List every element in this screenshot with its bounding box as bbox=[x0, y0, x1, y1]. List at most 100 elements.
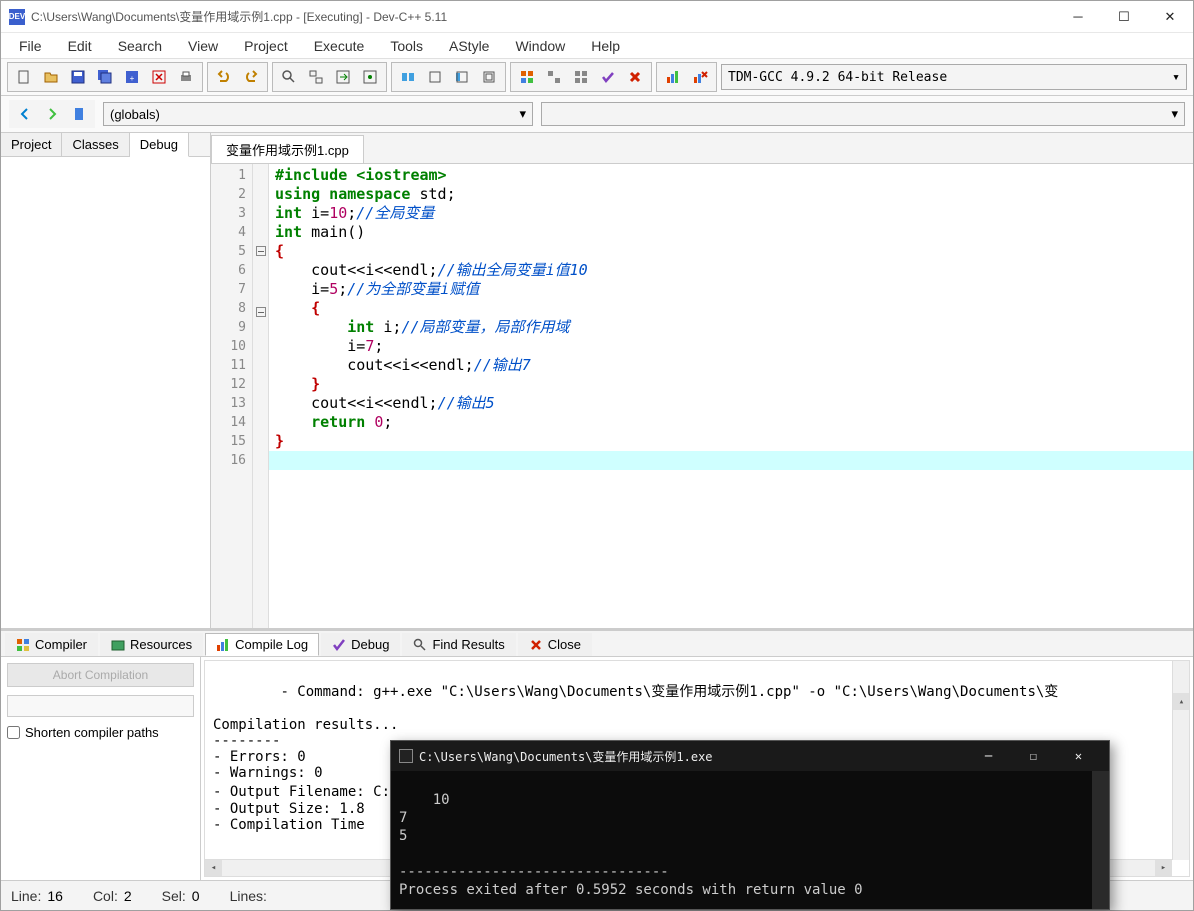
status-line: 16 bbox=[47, 888, 63, 904]
compiler-select[interactable]: TDM-GCC 4.9.2 64-bit Release ▾ bbox=[721, 64, 1187, 90]
menu-edit[interactable]: Edit bbox=[56, 35, 104, 57]
left-panel-body bbox=[1, 157, 210, 628]
minimize-button[interactable]: ─ bbox=[1055, 1, 1101, 32]
status-lines-label: Lines: bbox=[230, 888, 267, 904]
status-sel: 0 bbox=[192, 888, 200, 904]
menu-tools[interactable]: Tools bbox=[378, 35, 435, 57]
chevron-down-icon: ▾ bbox=[1172, 70, 1180, 85]
console-icon bbox=[399, 749, 413, 763]
status-col: 2 bbox=[124, 888, 132, 904]
code-editor[interactable]: 12345678910111213141516 #include <iostre… bbox=[211, 164, 1193, 628]
scroll-up-icon[interactable]: ▴ bbox=[1173, 693, 1190, 710]
replace-icon[interactable] bbox=[304, 65, 328, 89]
menu-file[interactable]: File bbox=[7, 35, 54, 57]
left-tab-classes[interactable]: Classes bbox=[62, 133, 129, 156]
res-icon bbox=[111, 638, 125, 652]
menu-execute[interactable]: Execute bbox=[302, 35, 377, 57]
debug-check-icon[interactable] bbox=[596, 65, 620, 89]
toolbar-secondary: (globals)▾ ▾ bbox=[1, 96, 1193, 133]
save-as-icon[interactable]: + bbox=[120, 65, 144, 89]
debug-stop-icon[interactable] bbox=[623, 65, 647, 89]
menu-view[interactable]: View bbox=[176, 35, 230, 57]
editor-tabs: 变量作用域示例1.cpp bbox=[211, 133, 1193, 164]
close-file-icon[interactable] bbox=[147, 65, 171, 89]
bottom-tab-compile-log[interactable]: Compile Log bbox=[205, 633, 319, 656]
console-minimize-button[interactable]: ─ bbox=[966, 742, 1011, 770]
find-icon[interactable] bbox=[277, 65, 301, 89]
toolbar: + bbox=[1, 59, 1193, 96]
save-icon[interactable] bbox=[66, 65, 90, 89]
console-output[interactable]: 10 7 5 -------------------------------- … bbox=[391, 771, 1109, 909]
menu-astyle[interactable]: AStyle bbox=[437, 35, 501, 57]
menu-search[interactable]: Search bbox=[106, 35, 174, 57]
maximize-button[interactable]: ☐ bbox=[1101, 1, 1147, 32]
bottom-tab-find-results[interactable]: Find Results bbox=[402, 633, 515, 656]
bottom-tabs: CompilerResourcesCompile LogDebugFind Re… bbox=[1, 631, 1193, 657]
scroll-left-icon[interactable]: ◂ bbox=[205, 860, 222, 877]
svg-text:+: + bbox=[130, 74, 135, 83]
shorten-paths-input[interactable] bbox=[7, 726, 20, 739]
scope-select[interactable]: (globals)▾ bbox=[103, 102, 533, 126]
menu-help[interactable]: Help bbox=[579, 35, 632, 57]
shorten-paths-checkbox[interactable]: Shorten compiler paths bbox=[7, 725, 194, 740]
redo-icon[interactable] bbox=[239, 65, 263, 89]
left-tabs: ProjectClassesDebug bbox=[1, 133, 210, 157]
nav-back-icon[interactable] bbox=[13, 102, 37, 126]
debug-grid-icon[interactable] bbox=[515, 65, 539, 89]
delete-profile-icon[interactable] bbox=[688, 65, 712, 89]
bookmark-icon[interactable] bbox=[358, 65, 382, 89]
console-scrollbar[interactable] bbox=[1092, 771, 1109, 909]
abort-button: Abort Compilation bbox=[7, 663, 194, 687]
member-select[interactable]: ▾ bbox=[541, 102, 1185, 126]
print-icon[interactable] bbox=[174, 65, 198, 89]
status-sel-label: Sel: bbox=[162, 888, 186, 904]
menu-window[interactable]: Window bbox=[503, 35, 577, 57]
fold-icon[interactable] bbox=[256, 307, 266, 317]
debug-step2-icon[interactable] bbox=[569, 65, 593, 89]
check-icon bbox=[332, 638, 346, 652]
left-tab-project[interactable]: Project bbox=[1, 133, 62, 156]
scroll-right-icon[interactable]: ▸ bbox=[1155, 860, 1172, 877]
menu-project[interactable]: Project bbox=[232, 35, 300, 57]
titlebar: DEV C:\Users\Wang\Documents\变量作用域示例1.cpp… bbox=[1, 1, 1193, 33]
profile-icon[interactable] bbox=[661, 65, 685, 89]
rebuild-icon[interactable] bbox=[477, 65, 501, 89]
menubar: FileEditSearchViewProjectExecuteToolsASt… bbox=[1, 33, 1193, 59]
nav-fwd-icon[interactable] bbox=[40, 102, 64, 126]
fold-icon[interactable] bbox=[256, 246, 266, 256]
console-titlebar[interactable]: C:\Users\Wang\Documents\变量作用域示例1.exe ─ ☐… bbox=[391, 741, 1109, 771]
bottom-tab-debug[interactable]: Debug bbox=[321, 633, 400, 656]
bottom-tab-resources[interactable]: Resources bbox=[100, 633, 203, 656]
fold-column bbox=[253, 164, 269, 628]
debug-step1-icon[interactable] bbox=[542, 65, 566, 89]
bottom-tab-close[interactable]: Close bbox=[518, 633, 592, 656]
open-icon[interactable] bbox=[39, 65, 63, 89]
undo-icon[interactable] bbox=[212, 65, 236, 89]
goto-icon[interactable] bbox=[331, 65, 355, 89]
find-icon bbox=[413, 638, 427, 652]
chart-icon bbox=[216, 638, 230, 652]
left-tab-debug[interactable]: Debug bbox=[130, 133, 189, 157]
editor-tab[interactable]: 变量作用域示例1.cpp bbox=[211, 135, 364, 163]
run-icon[interactable] bbox=[423, 65, 447, 89]
save-all-icon[interactable] bbox=[93, 65, 117, 89]
console-title: C:\Users\Wang\Documents\变量作用域示例1.exe bbox=[419, 748, 966, 765]
status-line-label: Line: bbox=[11, 888, 41, 904]
compile-icon[interactable] bbox=[396, 65, 420, 89]
close-button[interactable]: ✕ bbox=[1147, 1, 1193, 32]
bottom-tab-compiler[interactable]: Compiler bbox=[5, 633, 98, 656]
app-icon: DEV bbox=[9, 9, 25, 25]
new-file-icon[interactable] bbox=[12, 65, 36, 89]
console-maximize-button[interactable]: ☐ bbox=[1011, 742, 1056, 770]
code-content[interactable]: #include <iostream>using namespace std;i… bbox=[269, 164, 1193, 628]
line-gutter: 12345678910111213141516 bbox=[211, 164, 253, 628]
grid-icon bbox=[16, 638, 30, 652]
console-window[interactable]: C:\Users\Wang\Documents\变量作用域示例1.exe ─ ☐… bbox=[390, 740, 1110, 910]
main-area: ProjectClassesDebug 变量作用域示例1.cpp 1234567… bbox=[1, 133, 1193, 628]
scrollbar-vertical[interactable]: ▴ bbox=[1172, 661, 1189, 860]
nav-toggle-icon[interactable] bbox=[67, 102, 91, 126]
compile-run-icon[interactable] bbox=[450, 65, 474, 89]
console-close-button[interactable]: ✕ bbox=[1056, 742, 1101, 770]
console-text: 10 7 5 -------------------------------- … bbox=[399, 792, 863, 898]
compile-controls: Abort Compilation Shorten compiler paths bbox=[1, 657, 201, 880]
